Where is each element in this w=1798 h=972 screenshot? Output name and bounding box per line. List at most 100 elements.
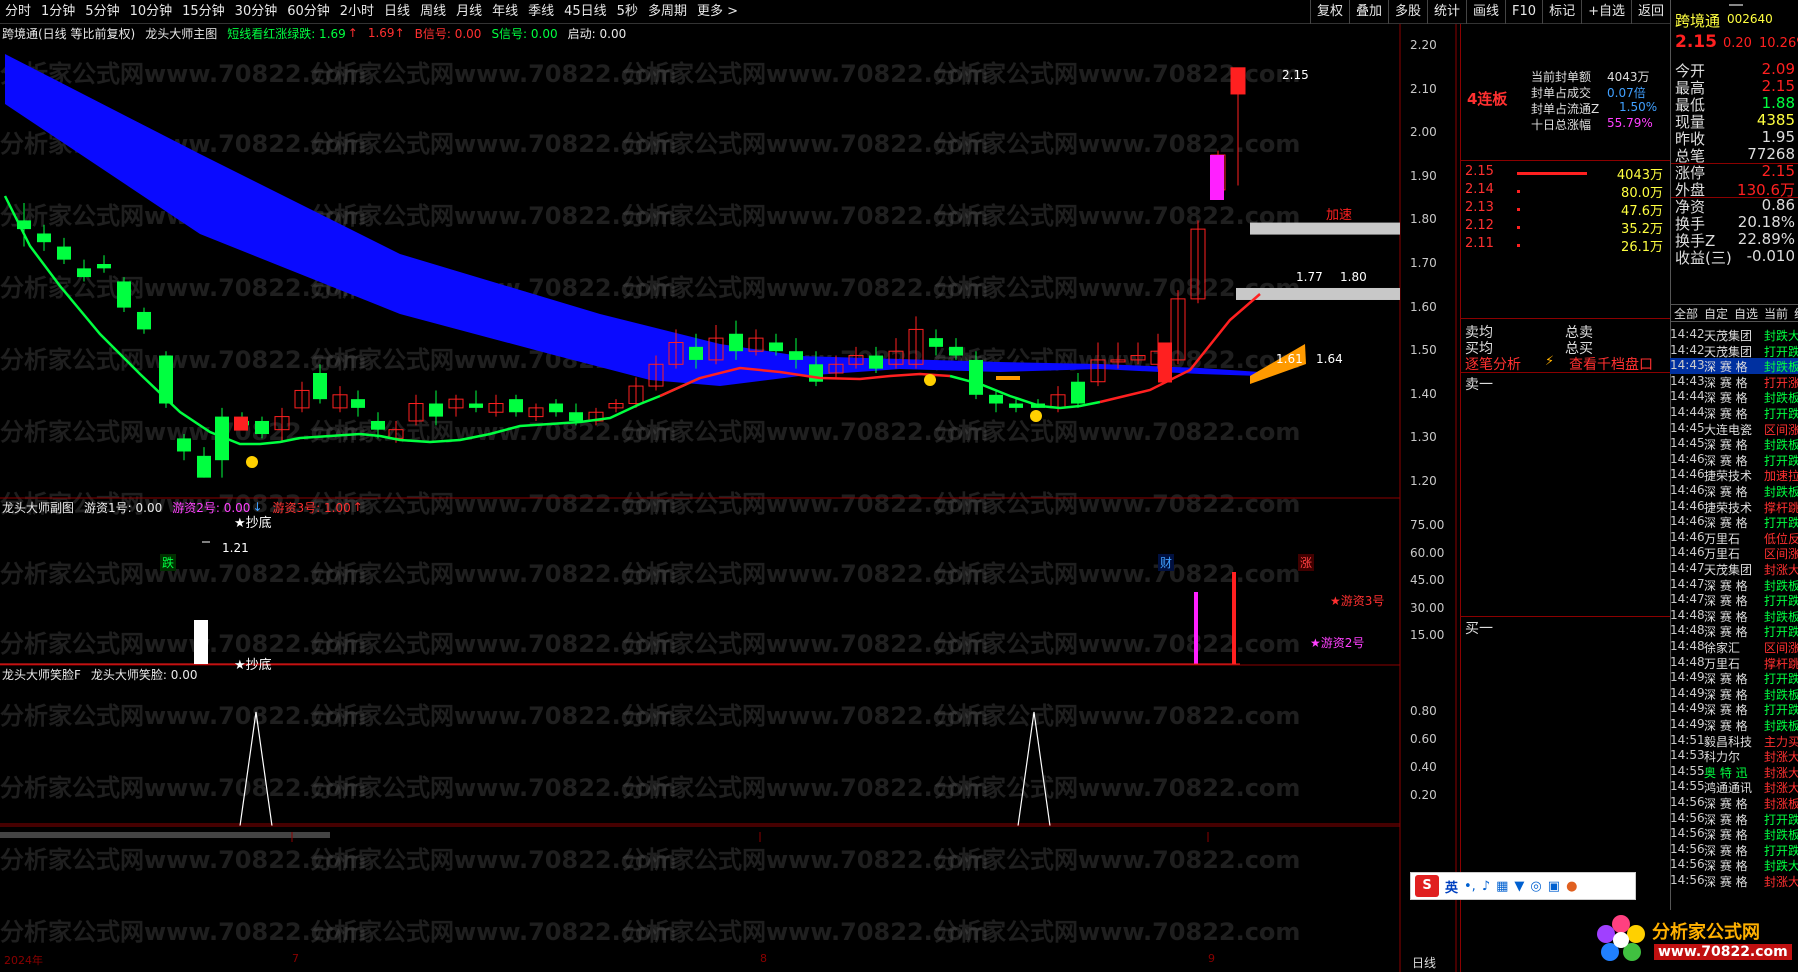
trade-row[interactable]: 14:56 深 赛 格 封涨板 — [1670, 795, 1798, 811]
third-legend: 龙头大师笑脸F 龙头大师笑脸: 0.00 — [0, 665, 197, 683]
ime-shirt-icon[interactable]: ▼ — [1514, 879, 1524, 894]
axis-tick-label: 0.80 — [1410, 704, 1437, 718]
trade-row[interactable]: 14:46 万里石 低位反 — [1670, 530, 1798, 546]
trade-row[interactable]: 14:46 深 赛 格 打开跌 — [1670, 514, 1798, 530]
quote-tab[interactable]: 当前 — [1761, 305, 1791, 321]
trade-row[interactable]: 14:46 捷荣技术 加速拉 — [1670, 467, 1798, 483]
period-tab[interactable]: 季线 — [523, 0, 559, 24]
trade-row[interactable]: 14:45 深 赛 格 封跌板 — [1670, 436, 1798, 452]
trade-row[interactable]: 14:48 万里石 撑杆跳 — [1670, 655, 1798, 671]
tool-button[interactable]: 复权 — [1309, 0, 1349, 24]
trend-line-red — [1099, 293, 1261, 404]
trade-row[interactable]: 14:48 徐家汇 区间涨 — [1670, 639, 1798, 655]
candle-body — [57, 246, 71, 260]
ime-app-icon[interactable]: ● — [1566, 879, 1577, 894]
trade-row[interactable]: 14:43 深 赛 格 打开涨 — [1670, 374, 1798, 390]
trade-row[interactable]: 14:42 天茂集团 打开跌 — [1670, 343, 1798, 359]
period-tab[interactable]: 日线 — [379, 0, 415, 24]
ime-logo-icon[interactable]: S — [1415, 875, 1439, 897]
trade-row[interactable]: 14:46 深 赛 格 打开跌 — [1670, 452, 1798, 468]
trade-row[interactable]: 14:51 毅昌科技 主力买 — [1670, 733, 1798, 749]
trade-row[interactable]: 14:49 深 赛 格 封跌板 — [1670, 686, 1798, 702]
tool-button[interactable]: 返回 — [1630, 0, 1670, 24]
tool-button[interactable]: +自选 — [1581, 0, 1631, 24]
trade-row[interactable]: 14:56 深 赛 格 打开跌 — [1670, 842, 1798, 858]
period-tab[interactable]: 1分钟 — [36, 0, 80, 24]
bid-price: 2.13 — [1465, 200, 1494, 215]
trade-row[interactable]: 14:55 鸿通通讯 封涨大 — [1670, 779, 1798, 795]
trade-time: 14:56 — [1670, 826, 1705, 841]
trade-time: 14:46 — [1670, 545, 1705, 560]
trade-row[interactable]: 14:47 天茂集团 封涨大 — [1670, 561, 1798, 577]
tool-button[interactable]: 统计 — [1427, 0, 1466, 24]
trade-row[interactable]: 14:48 深 赛 格 封跌板 — [1670, 608, 1798, 624]
divider — [1461, 160, 1670, 161]
quote-tab[interactable]: 自选 — [1731, 305, 1761, 321]
period-tab[interactable]: 60分钟 — [282, 0, 335, 24]
period-tab[interactable]: 分时 — [0, 0, 36, 24]
trade-row[interactable]: 14:42 天茂集团 封跌大 — [1670, 327, 1798, 343]
trade-row[interactable]: 14:47 深 赛 格 打开跌 — [1670, 592, 1798, 608]
fdzb-label: 封单占成交 — [1531, 86, 1592, 100]
trade-row[interactable]: 14:46 深 赛 格 封跌板 — [1670, 483, 1798, 499]
trade-row[interactable]: 14:43 深 赛 格 封跌板 — [1670, 358, 1798, 375]
period-tab[interactable]: 15分钟 — [177, 0, 230, 24]
ime-mic-icon[interactable]: ♪ — [1482, 879, 1490, 894]
trade-row[interactable]: 14:44 深 赛 格 打开跌 — [1670, 405, 1798, 421]
tool-button[interactable]: 画线 — [1466, 0, 1505, 24]
tool-button[interactable]: F10 — [1505, 0, 1542, 24]
trade-row[interactable]: 14:46 万里石 区间涨 — [1670, 545, 1798, 561]
tool-button[interactable]: 标记 — [1542, 0, 1581, 24]
ime-game-icon[interactable]: ◎ — [1530, 879, 1541, 894]
candle-body — [869, 355, 883, 369]
trade-row[interactable]: 14:56 深 赛 格 打开跌 — [1670, 811, 1798, 827]
period-tab[interactable]: 5秒 — [612, 0, 643, 24]
ime-keyboard-icon[interactable]: ▦ — [1496, 879, 1508, 894]
quote-tab[interactable]: 自定 — [1701, 305, 1731, 321]
trade-row[interactable]: 14:45 大连电瓷 区间涨 — [1670, 421, 1798, 437]
trade-row[interactable]: 14:48 深 赛 格 打开跌 — [1670, 623, 1798, 639]
trade-row[interactable]: 14:49 深 赛 格 封跌板 — [1670, 717, 1798, 733]
minimize-icon[interactable] — [1729, 4, 1743, 6]
period-tab[interactable]: 10分钟 — [125, 0, 178, 24]
trade-stock: 深 赛 格 — [1704, 812, 1748, 827]
ime-grid-icon[interactable]: ▣ — [1548, 879, 1560, 894]
trade-row[interactable]: 14:49 深 赛 格 打开跌 — [1670, 701, 1798, 717]
period-tab[interactable]: 多周期 — [643, 0, 692, 24]
sub-indicator-name: 龙头大师副图 — [2, 500, 75, 515]
trade-row[interactable]: 14:56 深 赛 格 封跌大 — [1670, 857, 1798, 873]
signal-candle — [234, 416, 248, 431]
period-tab[interactable]: 2小时 — [335, 0, 379, 24]
period-tab[interactable]: 5分钟 — [80, 0, 124, 24]
ime-punct-icon[interactable]: •, — [1464, 879, 1476, 894]
trade-row[interactable]: 14:56 深 赛 格 封跌板 — [1670, 826, 1798, 842]
bid-volume: 47.6万 — [1621, 204, 1663, 219]
period-tab[interactable]: 30分钟 — [230, 0, 283, 24]
period-tab[interactable]: 周线 — [415, 0, 451, 24]
tool-button[interactable]: 叠加 — [1348, 0, 1388, 24]
period-tab[interactable]: 更多 > — [692, 0, 743, 24]
ime-lang[interactable]: 英 — [1445, 877, 1458, 896]
period-tab[interactable]: 年线 — [487, 0, 523, 24]
trade-row[interactable]: 14:46 捷荣技术 撑杆跳 — [1670, 499, 1798, 515]
trade-row[interactable]: 14:56 深 赛 格 封涨大 — [1670, 873, 1798, 889]
trade-row[interactable]: 14:44 深 赛 格 封跌板 — [1670, 389, 1798, 405]
period-tab[interactable]: 月线 — [451, 0, 487, 24]
price-pct: 10.26% — [1759, 36, 1798, 51]
lianban-label: 4连板 — [1467, 90, 1508, 108]
tool-button[interactable]: 多股 — [1387, 0, 1427, 24]
trade-stock: 深 赛 格 — [1704, 843, 1748, 858]
trade-row[interactable]: 14:53 科力尔 封涨大 — [1670, 748, 1798, 764]
trade-stock: 深 赛 格 — [1704, 625, 1748, 640]
axis-tick-label: 30.00 — [1410, 600, 1445, 615]
quote-tab[interactable]: 统 — [1791, 305, 1798, 321]
qiandang-button[interactable]: 查看千档盘口 — [1569, 354, 1653, 374]
quote-tabs: 全部自定自选当前统 — [1671, 304, 1798, 322]
trade-time: 14:49 — [1670, 685, 1705, 700]
trade-row[interactable]: 14:55 奥 特 迅 封涨大 — [1670, 764, 1798, 780]
quote-tab[interactable]: 全部 — [1671, 305, 1701, 321]
trade-row[interactable]: 14:49 深 赛 格 打开跌 — [1670, 670, 1798, 686]
period-tab[interactable]: 45日线 — [559, 0, 612, 24]
trade-row[interactable]: 14:47 深 赛 格 封跌板 — [1670, 577, 1798, 593]
zhubi-button[interactable]: 逐笔分析 — [1465, 354, 1521, 374]
